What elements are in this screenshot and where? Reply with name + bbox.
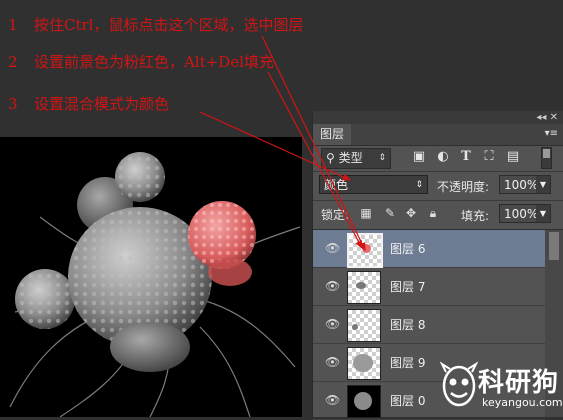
blend-mode-select[interactable]: 颜色 ⇕ [319, 175, 428, 194]
panel-menu-icon[interactable]: ▾≡ [545, 128, 558, 139]
layer-thumbnail[interactable] [347, 309, 381, 342]
opacity-value: 100% [504, 178, 539, 192]
filter-shape-icon[interactable]: ⛶ [481, 149, 497, 165]
lock-label: 锁定: [321, 208, 350, 222]
step-text: 设置混合模式为颜色 [34, 95, 170, 113]
fill-field[interactable]: 100% ▼ [499, 204, 551, 223]
layer-name: 图层 6 [390, 242, 426, 256]
filter-smartobject-icon[interactable]: ▤ [505, 149, 521, 165]
layer-filter-select[interactable]: ⚲ 类型 ⇕ [321, 148, 391, 169]
search-icon: ⚲ [326, 151, 335, 165]
opacity-field[interactable]: 100% ▼ [499, 175, 551, 194]
watermark-logo: 科研狗 keyangou.com [440, 360, 563, 415]
document-canvas[interactable] [0, 137, 302, 417]
instruction-step-1: 1 按住Ctrl，鼠标点击这个区域，选中图层 [8, 14, 303, 35]
brand-url: keyangou.com [482, 396, 563, 409]
fill-value: 100% [504, 207, 539, 221]
step-text: 按住Ctrl，鼠标点击这个区域，选中图层 [34, 16, 304, 34]
panel-tabbar: 图层 ▾≡ [313, 124, 563, 146]
instruction-step-2: 2 设置前景色为粉红色，Alt+Del填充 [8, 51, 274, 72]
tab-layers[interactable]: 图层 [313, 124, 352, 145]
filter-adjustment-icon[interactable]: ◐ [435, 149, 451, 165]
updown-arrow-icon: ⇕ [378, 153, 386, 163]
filter-type-label: 类型 [338, 151, 363, 165]
cell-micrograph-image [9, 152, 301, 417]
layer-thumbnail[interactable] [347, 385, 381, 418]
layer-name: 图层 8 [390, 318, 426, 332]
lock-brush-icon[interactable]: ✎ [383, 206, 397, 220]
scrollbar-thumb[interactable] [549, 232, 559, 260]
step-number: 2 [8, 53, 18, 71]
layer-name: 图层 7 [390, 280, 426, 294]
blend-mode-value: 颜色 [324, 178, 349, 192]
updown-arrow-icon: ⇕ [415, 180, 423, 190]
eye-visibility-icon[interactable]: 👁︎ [325, 318, 341, 330]
eye-visibility-icon[interactable]: 👁︎ [325, 394, 341, 406]
step-number: 1 [8, 16, 18, 34]
layer-name: 图层 9 [390, 356, 426, 370]
chevron-down-icon[interactable]: ▼ [536, 205, 550, 222]
filter-type-icon[interactable]: T [458, 149, 474, 165]
dog-mascot-icon [440, 361, 478, 407]
eye-visibility-icon[interactable]: 👁︎ [325, 280, 341, 292]
step-text: 设置前景色为粉红色，Alt+Del填充 [34, 53, 274, 71]
opacity-label: 不透明度: [437, 180, 490, 194]
layer-row[interactable]: 👁︎ 图层 8 [313, 306, 545, 344]
panel-titlebar: ◂◂ ✕ [313, 111, 563, 124]
layer-row[interactable]: 👁︎ 图层 6 [313, 230, 545, 268]
filter-pixel-icon[interactable]: ▣ [411, 149, 427, 165]
layer-row[interactable]: 👁︎ 图层 7 [313, 268, 545, 306]
layer-thumbnail[interactable] [347, 233, 383, 268]
lock-transparency-icon[interactable]: ▦ [359, 206, 373, 220]
layer-thumbnail[interactable] [347, 271, 381, 304]
eye-visibility-icon[interactable]: 👁︎ [325, 242, 341, 254]
brand-name: 科研狗 [478, 368, 560, 398]
collapse-icon[interactable]: ◂◂ ✕ [536, 111, 558, 124]
chevron-down-icon[interactable]: ▼ [536, 176, 550, 193]
instruction-step-3: 3 设置混合模式为颜色 [8, 93, 169, 114]
filter-toggle[interactable] [541, 147, 552, 169]
lock-all-icon[interactable]: 🔒︎ [426, 206, 440, 220]
layer-name: 图层 0 [390, 394, 426, 408]
lock-position-icon[interactable]: ✥ [404, 206, 418, 220]
fill-label: 填充: [461, 209, 490, 223]
eye-visibility-icon[interactable]: 👁︎ [325, 356, 341, 368]
step-number: 3 [8, 95, 18, 113]
layer-thumbnail[interactable] [347, 347, 381, 380]
